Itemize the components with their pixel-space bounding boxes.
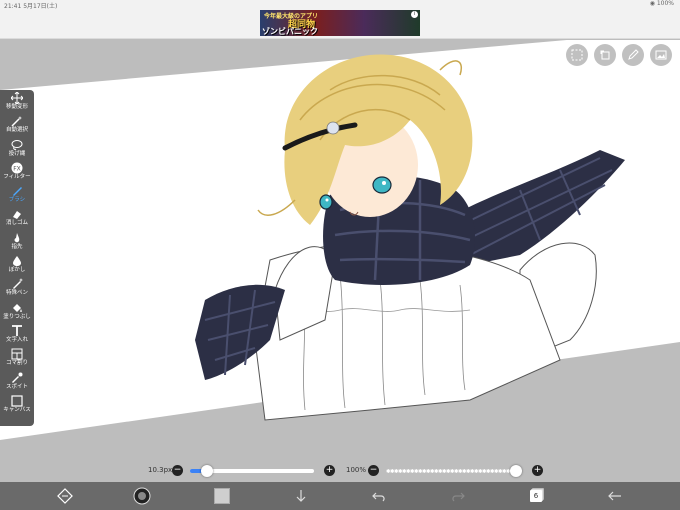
eye-left xyxy=(319,194,333,210)
tool-text[interactable]: 文字入れ xyxy=(0,323,34,346)
finger-icon xyxy=(14,232,20,243)
undo-icon[interactable] xyxy=(370,487,388,505)
layers-button[interactable]: 6 xyxy=(527,487,545,505)
tool-eraser[interactable]: 消しゴム xyxy=(0,206,34,229)
tool-label: 消しゴム xyxy=(5,220,28,227)
tool-label: 文字入れ xyxy=(5,336,28,343)
tool-label: コマ割り xyxy=(5,360,28,367)
move-icon xyxy=(11,92,23,104)
brush-size-minus-button[interactable]: − xyxy=(172,465,183,476)
artwork[interactable] xyxy=(0,40,680,482)
tool-label: 塗りつぶし xyxy=(3,313,31,320)
dropper-icon xyxy=(12,372,23,383)
gallery-icon[interactable] xyxy=(650,44,672,66)
brush-size-plus-button[interactable]: + xyxy=(324,465,335,476)
layer-count: 6 xyxy=(530,490,542,502)
eraser-icon xyxy=(13,211,21,220)
special-pen-icon xyxy=(13,278,23,290)
tool-frame[interactable]: コマ割り xyxy=(0,346,34,369)
bucket-icon xyxy=(13,303,22,312)
selection-icon[interactable] xyxy=(566,44,588,66)
frame-icon xyxy=(11,348,23,360)
tool-canvas[interactable]: キャンバス xyxy=(0,393,34,416)
svg-text:FX: FX xyxy=(13,165,21,172)
bottom-toolbar: 6 xyxy=(0,482,680,510)
color-swap-icon[interactable] xyxy=(56,487,74,505)
brush-size-knob[interactable] xyxy=(201,465,214,477)
brush-size-value: 10.3px xyxy=(148,466,173,474)
ad-banner[interactable]: 今年最大級のアプリ 超同物 ゾンビパニック i xyxy=(260,10,420,36)
tool-label: スポイト xyxy=(5,383,28,390)
current-color xyxy=(214,488,230,504)
tool-blur[interactable]: ぼかし xyxy=(0,253,34,276)
tool-label: キャンバス xyxy=(3,406,31,413)
tool-label: 特殊ペン xyxy=(5,290,28,297)
ad-bar: 今年最大級のアプリ 超同物 ゾンビパニック i xyxy=(0,9,680,39)
tool-dropper[interactable]: スポイト xyxy=(0,370,34,393)
drawing-canvas[interactable] xyxy=(0,40,680,482)
eye-right xyxy=(372,176,392,194)
tool-filter[interactable]: FX フィルター xyxy=(0,160,34,183)
tool-special[interactable]: 特殊ペン xyxy=(0,276,34,299)
tool-label: 投げ縄 xyxy=(8,150,26,157)
tool-panel: 移動変形自動選択投げ縄 FX フィルターブラシ消しゴム指先ぼかし特殊ペン塗りつぶし文… xyxy=(0,90,34,426)
tool-brush[interactable]: ブラシ xyxy=(0,183,34,206)
status-battery: ◉ 100% xyxy=(649,0,674,7)
download-icon[interactable] xyxy=(292,487,310,505)
opacity-slider[interactable] xyxy=(386,465,522,477)
hair-clip xyxy=(326,121,340,135)
ad-info-icon[interactable]: i xyxy=(411,11,418,18)
status-bar: 21:41 5月17日(土) ◉ 100% xyxy=(0,0,680,10)
color-swatch[interactable] xyxy=(213,487,231,505)
tool-fill[interactable]: 塗りつぶし xyxy=(0,300,34,323)
tool-lasso[interactable]: 投げ縄 xyxy=(0,137,34,160)
brush-preview-icon[interactable] xyxy=(133,487,151,505)
tool-magic[interactable]: 自動選択 xyxy=(0,113,34,136)
transform-icon[interactable] xyxy=(594,44,616,66)
tool-label: 指先 xyxy=(11,243,23,250)
slider-row: 10.3px − + 100% − + xyxy=(0,462,680,480)
tool-finger[interactable]: 指先 xyxy=(0,230,34,253)
lasso-icon xyxy=(11,139,23,150)
opacity-plus-button[interactable]: + xyxy=(532,465,543,476)
blur-icon xyxy=(13,256,21,267)
opacity-value: 100% xyxy=(346,466,367,474)
tool-move[interactable]: 移動変形 xyxy=(0,90,34,113)
tool-label: フィルター xyxy=(3,173,31,180)
ad-subtitle: ゾンビパニック xyxy=(262,27,318,36)
opacity-knob[interactable] xyxy=(510,465,522,477)
back-icon[interactable] xyxy=(606,487,624,505)
tool-label: ぼかし xyxy=(8,267,26,274)
pen-icon[interactable] xyxy=(622,44,644,66)
redo-icon[interactable] xyxy=(449,487,467,505)
tool-label: 自動選択 xyxy=(5,127,28,134)
opacity-minus-button[interactable]: − xyxy=(368,465,379,476)
brush-icon xyxy=(13,187,22,197)
tool-label: ブラシ xyxy=(8,197,26,204)
canvas-icon xyxy=(11,395,23,407)
magic-wand-icon xyxy=(11,116,22,127)
brush-size-slider[interactable] xyxy=(190,465,314,477)
tool-label: 移動変形 xyxy=(5,104,28,110)
fx-icon: FX xyxy=(11,162,23,174)
text-icon xyxy=(12,325,22,336)
canvas-top-toolbar xyxy=(566,44,672,66)
